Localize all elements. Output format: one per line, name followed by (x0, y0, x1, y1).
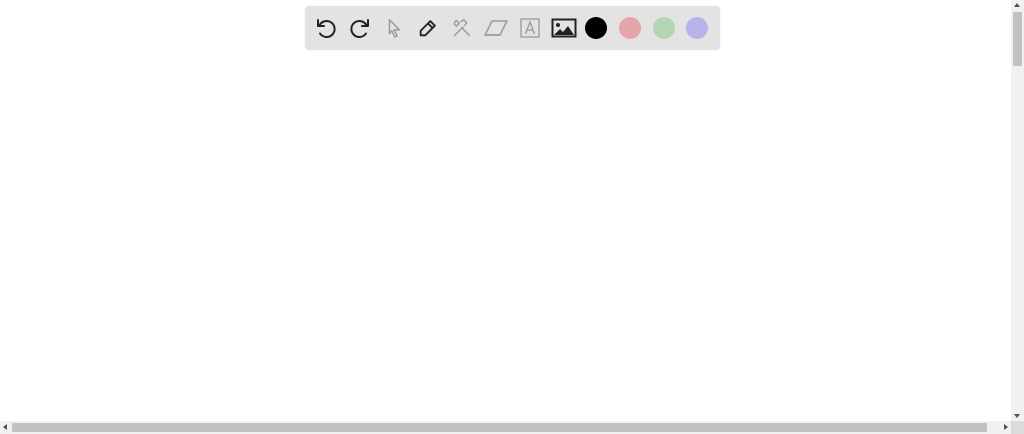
color-swatch-black[interactable] (585, 17, 607, 39)
eraser-tool-button[interactable] (479, 11, 513, 45)
vertical-scrollbar[interactable] (1011, 0, 1024, 421)
color-swatch-green[interactable] (653, 17, 675, 39)
select-tool-button[interactable] (377, 11, 411, 45)
image-icon (551, 18, 577, 38)
shape-tool-button[interactable] (445, 11, 479, 45)
horizontal-scrollbar[interactable] (0, 421, 1011, 434)
eraser-icon (484, 20, 508, 36)
hammer-wrench-icon (453, 19, 471, 37)
text-tool-button[interactable] (513, 11, 547, 45)
horizontal-scroll-thumb[interactable] (12, 423, 987, 432)
redo-icon (350, 19, 369, 38)
undo-icon (317, 19, 336, 38)
color-swatch-purple[interactable] (686, 17, 708, 39)
pencil-icon (419, 20, 436, 37)
vertical-scroll-thumb[interactable] (1013, 12, 1022, 66)
drawing-canvas[interactable] (0, 0, 1011, 421)
text-box-icon (520, 18, 540, 38)
cursor-arrow-icon (388, 19, 401, 38)
redo-button[interactable] (343, 11, 377, 45)
color-swatch-pink[interactable] (619, 17, 641, 39)
scrollbar-corner (1011, 421, 1024, 434)
undo-button[interactable] (309, 11, 343, 45)
drawing-toolbar (305, 6, 720, 50)
image-tool-button[interactable] (547, 11, 581, 45)
scroll-down-arrow-icon[interactable] (1014, 414, 1020, 418)
scroll-up-arrow-icon[interactable] (1014, 3, 1020, 7)
scroll-right-arrow-icon[interactable] (1004, 424, 1008, 430)
scroll-left-arrow-icon[interactable] (3, 424, 7, 430)
pen-tool-button[interactable] (411, 11, 445, 45)
